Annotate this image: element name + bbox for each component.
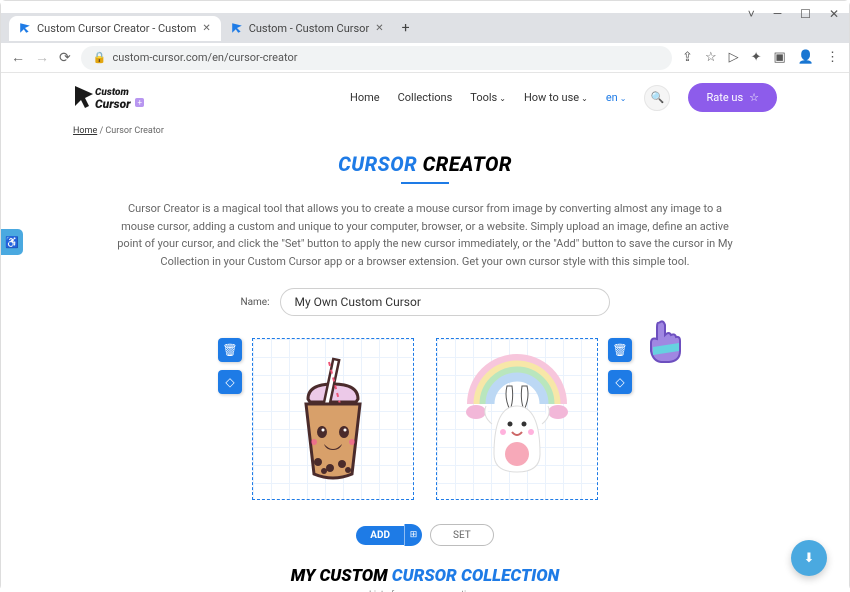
delete-right-button[interactable]: 🗑 [608,338,632,362]
favicon-icon [19,22,31,34]
download-icon: ⬇ [804,551,815,566]
favicon-icon [231,22,243,34]
download-fab[interactable]: ⬇ [791,540,827,576]
page-title: CURSOR CREATOR [1,152,849,176]
nav-lang[interactable]: en⌄ [606,91,627,104]
rate-button[interactable]: Rate us☆ [688,83,777,112]
breadcrumb: Home / Cursor Creator [1,122,849,140]
trash-icon: 🗑 [222,343,237,357]
star-icon: ☆ [749,91,759,104]
page-description: Cursor Creator is a magical tool that al… [115,200,735,270]
menu-icon[interactable]: ⋮ [826,50,839,65]
url-text: custom-cursor.com/en/cursor-creator [112,51,297,64]
windows-icon: ⊞ [410,530,418,540]
new-tab-button[interactable]: + [394,16,418,40]
nav-howto[interactable]: How to use⌄ [524,91,588,104]
add-button[interactable]: ADD [356,526,404,545]
close-icon[interactable]: ✕ [829,7,839,21]
reload-icon[interactable]: ⟳ [59,50,71,66]
search-icon[interactable]: 🔍 [644,85,670,111]
ext-cursor-icon[interactable]: ▷ [729,50,739,65]
tab-cursor-creator[interactable]: Custom Cursor Creator - Custom ✕ [9,16,221,41]
svg-text:Cursor: Cursor [95,97,131,111]
delete-left-button[interactable]: 🗑 [218,338,242,362]
nav-tools[interactable]: Tools⌄ [470,91,506,104]
maximize-icon[interactable]: ☐ [800,7,811,21]
name-label: Name: [240,297,269,308]
bunny-rainbow-image [452,354,582,484]
bookmark-icon[interactable]: ☆ [705,50,717,65]
name-input[interactable] [280,288,610,316]
address-bar: ← → ⟳ 🔒 custom-cursor.com/en/cursor-crea… [1,43,849,73]
accessibility-fab[interactable]: ♿ [1,229,23,255]
forward-icon: → [35,49,49,66]
boba-cup-image [268,354,398,484]
eraser-icon: ◇ [225,375,234,389]
trash-icon: 🗑 [612,343,627,357]
site-navbar: Custom Cursor + Home Collections Tools⌄ … [1,73,849,122]
tab-close-icon[interactable]: ✕ [375,23,383,34]
set-button[interactable]: SET [430,524,494,546]
breadcrumb-current: Cursor Creator [105,126,163,136]
panel-icon[interactable]: ▣ [774,50,786,65]
share-icon[interactable]: ⇪ [682,50,693,65]
profile-icon[interactable]: 👤 [798,50,814,65]
collection-title: MY CUSTOM CURSOR COLLECTION [1,566,849,586]
extensions-icon[interactable]: ✦ [751,50,762,65]
add-platform-toggle[interactable]: ⊞ [404,524,422,546]
window-controls: ˅ — ☐ ✕ [748,7,839,21]
tab-title: Custom Cursor Creator - Custom [37,22,196,35]
tab-strip: Custom Cursor Creator - Custom ✕ Custom … [1,13,849,43]
erase-left-button[interactable]: ◇ [218,370,242,394]
tab-title: Custom - Custom Cursor [249,22,369,35]
caret-down-icon[interactable]: ˅ [748,7,755,21]
address-field[interactable]: 🔒 custom-cursor.com/en/cursor-creator [81,46,672,70]
minimize-icon[interactable]: — [773,7,782,21]
lock-icon: 🔒 [93,51,107,64]
breadcrumb-home[interactable]: Home [73,126,97,136]
canvas-cursor[interactable] [252,338,414,500]
svg-text:+: + [138,98,143,107]
tab-custom[interactable]: Custom - Custom Cursor ✕ [221,16,394,41]
tab-close-icon[interactable]: ✕ [202,23,210,34]
canvas-pointer[interactable] [436,338,598,500]
nav-collections[interactable]: Collections [398,91,453,104]
erase-right-button[interactable]: ◇ [608,370,632,394]
logo[interactable]: Custom Cursor + [73,84,145,112]
eraser-icon: ◇ [615,375,624,389]
back-icon[interactable]: ← [11,49,25,66]
nav-home[interactable]: Home [350,91,380,104]
accessibility-icon: ♿ [5,236,19,249]
